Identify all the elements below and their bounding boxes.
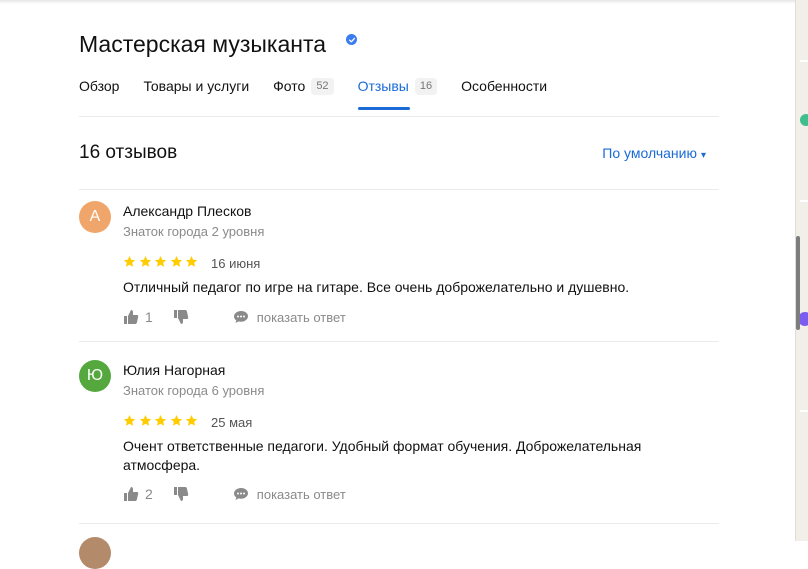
review-actions: 2 показать ответ (123, 486, 346, 502)
star-icon (170, 255, 183, 268)
star-icon (123, 414, 136, 427)
avatar[interactable]: Ю (79, 360, 111, 392)
tab-features[interactable]: Особенности (461, 78, 547, 108)
map-road (800, 200, 808, 202)
tab-count-badge: 16 (414, 78, 438, 95)
tab-goods-services[interactable]: Товары и услуги (143, 78, 249, 108)
tabs-divider (79, 116, 719, 117)
thumbs-down-icon (173, 309, 189, 325)
star-icon (185, 255, 198, 268)
star-icon (154, 414, 167, 427)
review-text: Отличный педагог по игре на гитаре. Все … (123, 279, 630, 295)
top-shadow (0, 0, 795, 4)
star-icon (185, 414, 198, 427)
thumbs-up-icon (123, 486, 139, 502)
thumbs-up-icon (123, 309, 139, 325)
org-panel: Мастерская музыканта Обзор Товары и услу… (0, 0, 795, 569)
header-divider (79, 189, 719, 190)
speech-bubble-icon (233, 309, 249, 325)
tab-label: Обзор (79, 78, 120, 94)
speech-bubble-icon (233, 486, 249, 502)
show-reply-label: показать ответ (256, 309, 346, 325)
review-actions: 1 показать ответ (123, 309, 346, 325)
review-author[interactable]: Александр Плесков (123, 203, 251, 219)
tab-label: Товары и услуги (143, 78, 250, 94)
star-icon (139, 414, 152, 427)
like-count: 1 (145, 309, 153, 325)
show-reply-button[interactable]: показать ответ (233, 486, 346, 502)
review-text: Очент ответственные педагоги. Удобный фо… (123, 438, 642, 473)
tab-label: Фото (273, 78, 306, 94)
chevron-down-icon: ▾ (700, 150, 706, 161)
review-author[interactable]: Юлия Нагорная (123, 362, 225, 378)
star-icon (154, 255, 167, 268)
review-divider (79, 523, 719, 524)
tab-count-badge: 52 (311, 78, 334, 95)
review-author-level: Знаток города 6 уровня (123, 383, 265, 398)
map-road (800, 60, 808, 62)
review-date: 16 июня (211, 256, 261, 271)
like-count: 2 (145, 486, 153, 502)
org-tabs: Обзор Товары и услуги Фото 52 Отзывы 16 … (79, 78, 571, 110)
star-icon (139, 255, 152, 268)
star-icon (123, 255, 136, 268)
map-edge[interactable] (795, 0, 808, 541)
show-reply-label: показать ответ (256, 486, 346, 502)
thumbs-down-icon (173, 486, 189, 502)
review-item: А Александр Плесков Знаток города 2 уров… (79, 201, 719, 341)
verified-check-icon (346, 34, 357, 45)
reviews-count-heading: 16 отзывов (79, 142, 178, 163)
tab-photo[interactable]: Фото 52 (273, 78, 334, 108)
rating-stars (123, 255, 201, 268)
sort-dropdown[interactable]: По умолчанию ▾ (602, 145, 706, 161)
org-title: Мастерская музыканта (79, 31, 327, 57)
dislike-button[interactable] (173, 486, 189, 502)
show-reply-button[interactable]: показать ответ (233, 309, 346, 325)
map-pin-icon[interactable] (800, 114, 808, 126)
sort-label: По умолчанию (602, 145, 697, 161)
review-author-level: Знаток города 2 уровня (123, 224, 265, 239)
avatar[interactable]: А (79, 201, 111, 233)
like-button[interactable]: 2 (123, 486, 153, 502)
review-item: Ю Юлия Нагорная Знаток города 6 уровня 2… (79, 360, 719, 520)
star-icon (170, 414, 183, 427)
tab-overview[interactable]: Обзор (79, 78, 119, 108)
rating-stars (123, 414, 201, 427)
tab-label: Особенности (461, 78, 548, 94)
map-road (800, 410, 808, 412)
avatar[interactable] (79, 537, 111, 569)
tab-label: Отзывы (357, 78, 409, 94)
dislike-button[interactable] (173, 309, 189, 325)
review-date: 25 мая (211, 415, 253, 430)
panel-scrollbar[interactable] (796, 236, 800, 330)
review-divider (79, 341, 719, 342)
like-button[interactable]: 1 (123, 309, 153, 325)
tab-reviews[interactable]: Отзывы 16 (357, 78, 438, 110)
